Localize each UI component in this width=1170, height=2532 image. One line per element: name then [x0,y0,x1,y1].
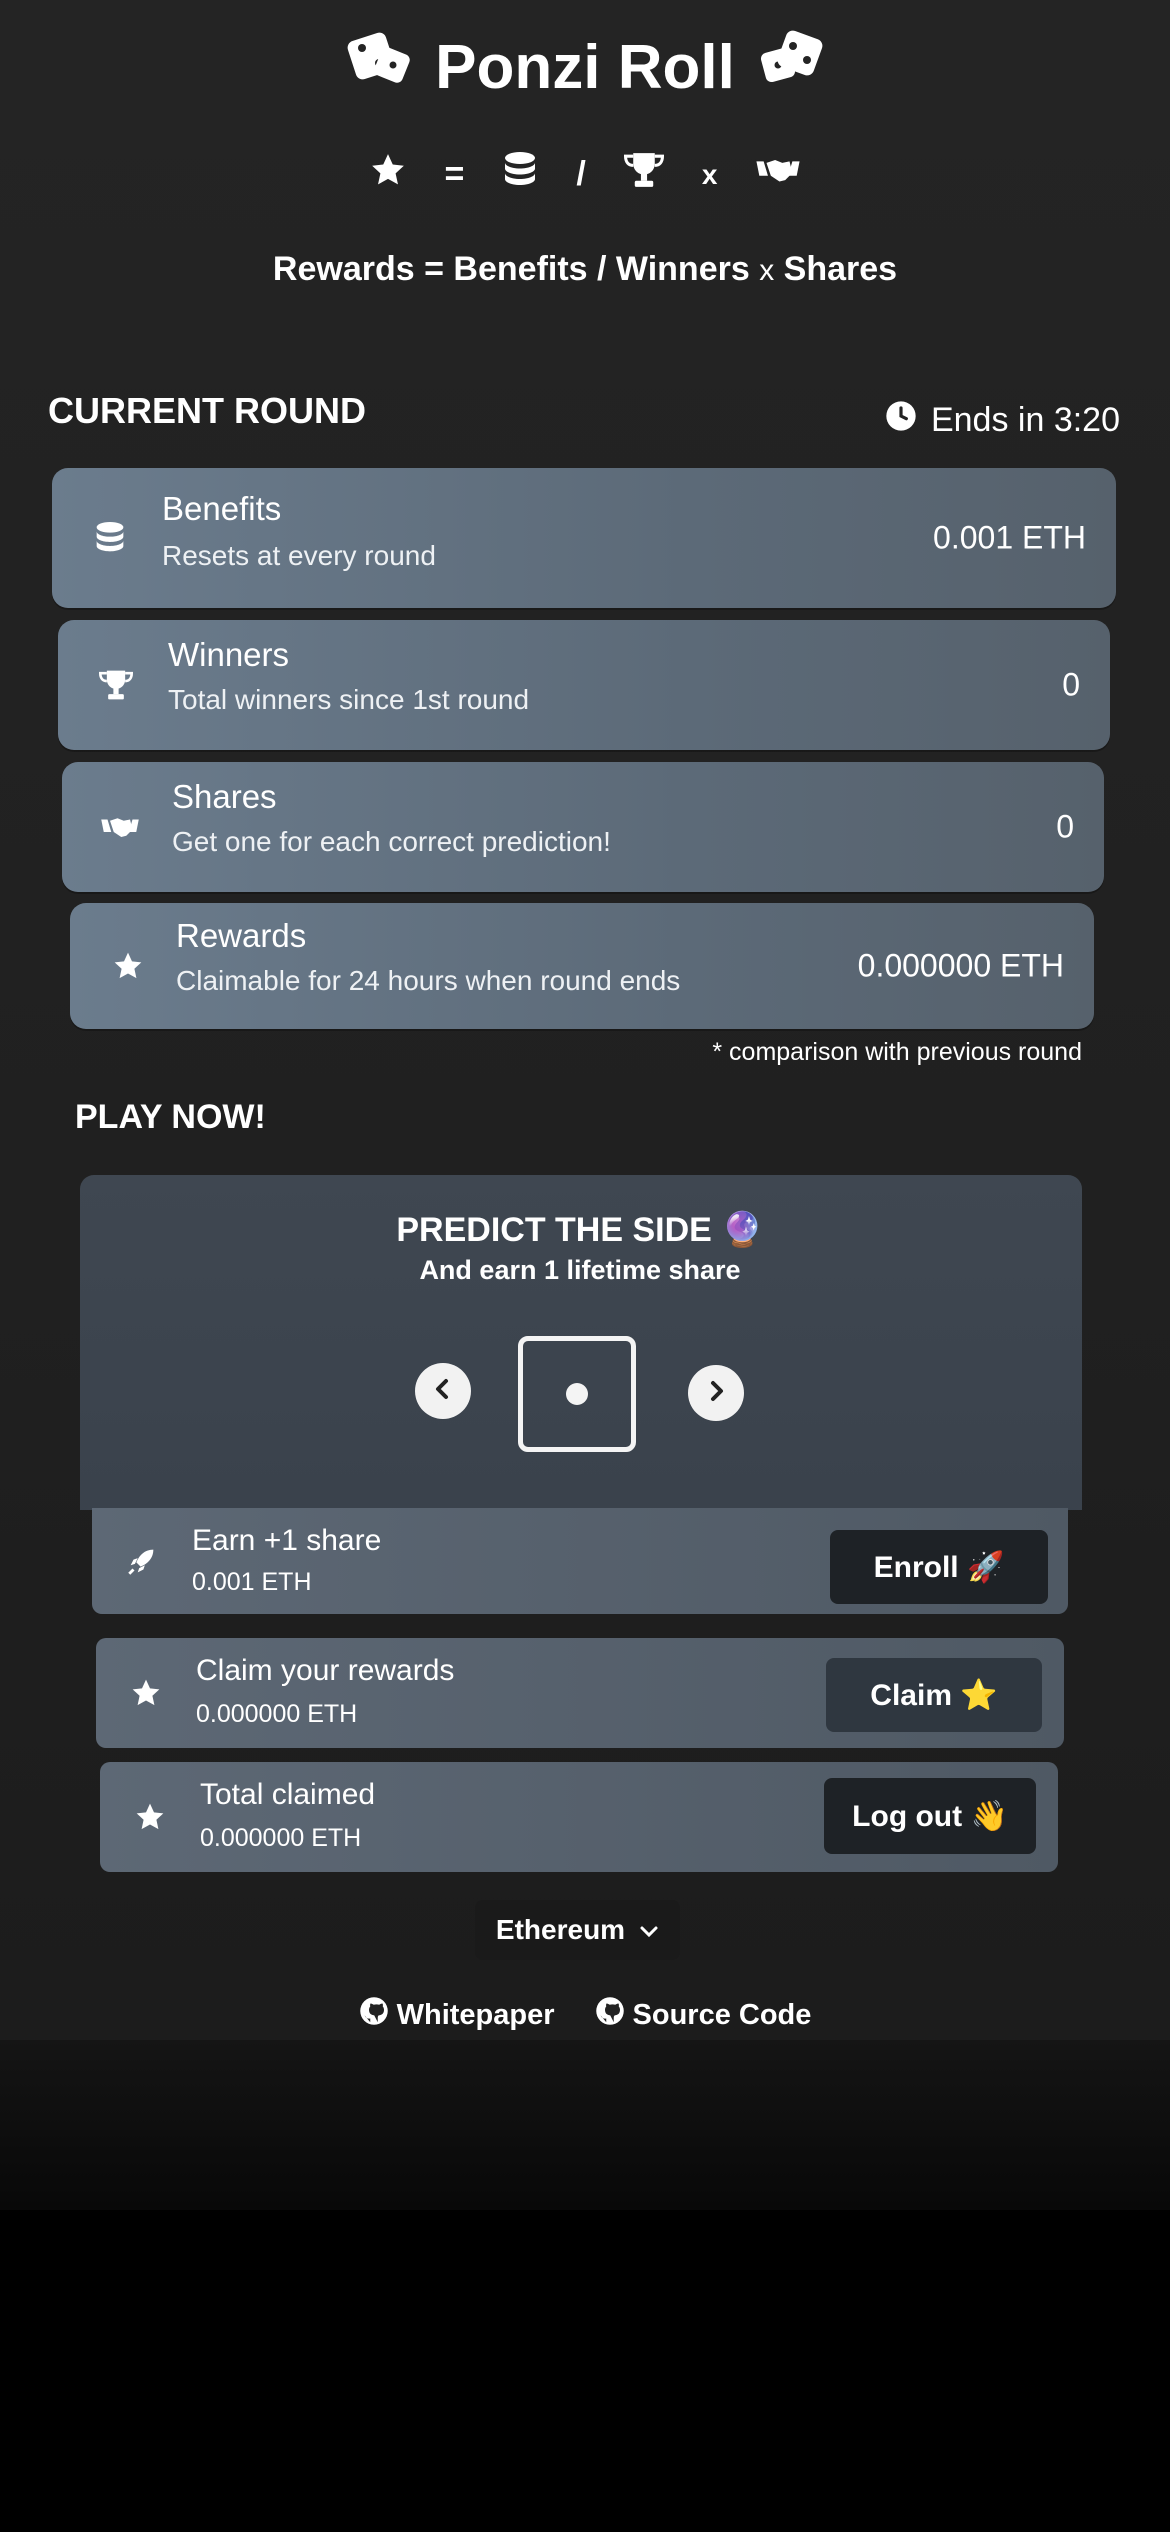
next-side-button[interactable] [688,1365,744,1421]
formula-winners: Winners [615,250,750,288]
stat-label: Winners [168,636,290,673]
action-label: Total claimed [200,1778,376,1811]
action-label: Earn +1 share [192,1524,382,1557]
chevron-down-icon [639,1914,659,1946]
github-icon [595,1996,625,2034]
formula-icons: = / x [0,150,1170,199]
times-symbol: x [701,158,718,190]
formula-div: / [597,250,607,288]
star-icon [130,1797,170,1837]
stat-value: 0.001 ETH [933,519,1086,556]
star-icon [126,1673,166,1713]
formula-times: x [759,254,775,287]
stat-label: Shares [172,778,277,815]
stat-sub: Resets at every round [162,540,436,571]
equals-symbol: = [444,155,465,193]
action-sub: 0.000000 ETH [200,1824,362,1852]
round-timer-text: Ends in 3:20 [930,401,1120,439]
trophy-icon [623,151,664,198]
action-sub: 0.000000 ETH [196,1700,358,1728]
predict-subtitle: And earn 1 lifetime share [419,1255,741,1285]
formula-shares: Shares [783,250,898,288]
trophy-icon [96,665,136,705]
network-label: Ethereum [495,1914,626,1945]
comparison-note: * comparison with previous round [712,1038,1082,1066]
stat-card-benefits: Benefits Resets at every round 0.001 ETH [52,468,1116,608]
stat-value: 0.000000 ETH [857,947,1064,984]
star-icon [108,946,148,986]
action-label: Claim your rewards [196,1654,455,1687]
prev-side-button[interactable] [415,1363,471,1419]
enroll-card: Earn +1 share 0.001 ETH Enroll 🚀 [92,1508,1068,1614]
coins-icon [502,150,538,199]
chevron-left-icon [431,1377,455,1406]
current-round-heading: CURRENT ROUND [48,390,366,431]
stat-card-winners: Winners Total winners since 1st round 0 [58,620,1110,750]
dice-icon [347,30,411,105]
star-icon [369,151,407,198]
play-now-heading: PLAY NOW! [75,1098,266,1136]
stat-card-rewards: Rewards Claimable for 24 hours when roun… [70,903,1094,1029]
footer-links: Whitepaper Source Code [0,1996,1170,2034]
claim-card: Claim your rewards 0.000000 ETH Claim ⭐ [96,1638,1064,1748]
formula-rewards: Rewards [272,250,415,288]
whitepaper-label: Whitepaper [396,1998,555,2031]
stat-card-shares: Shares Get one for each correct predicti… [62,762,1104,892]
github-icon [359,1996,389,2034]
stat-value: 0 [1062,666,1080,703]
logout-button[interactable]: Log out 👋 [824,1778,1036,1854]
predict-title: PREDICT THE SIDE 🔮 [396,1211,764,1249]
total-claimed-card: Total claimed 0.000000 ETH Log out 👋 [100,1762,1058,1872]
stat-sub: Claimable for 24 hours when round ends [176,965,681,996]
handshake-icon [755,155,801,194]
dice-icon [759,30,823,105]
die-pip [566,1383,588,1405]
die-face-selector[interactable] [518,1336,636,1452]
stat-value: 0 [1056,808,1074,845]
clock-icon [885,400,917,441]
enroll-button[interactable]: Enroll 🚀 [830,1530,1048,1604]
network-selector[interactable]: Ethereum [475,1900,680,1960]
handshake-icon [100,807,140,847]
claim-button[interactable]: Claim ⭐ [826,1658,1042,1732]
divide-symbol: / [576,155,586,193]
formula-text: Rewards = Benefits / Winners x Shares [0,250,1170,289]
stat-label: Rewards [176,917,307,954]
coins-icon [90,518,130,558]
chevron-right-icon [704,1379,728,1408]
app-title-text: Ponzi Roll [435,33,735,102]
source-code-label: Source Code [632,1998,812,2031]
stat-label: Benefits [162,490,282,527]
app-title: Ponzi Roll [0,30,1170,105]
formula-benefits: Benefits [453,250,588,288]
round-timer: Ends in 3:20 [885,400,1120,441]
stat-sub: Total winners since 1st round [168,684,530,715]
stat-sub: Get one for each correct prediction! [172,826,611,857]
source-code-link[interactable]: Source Code [595,1996,812,2034]
formula-eq: = [424,250,444,288]
rocket-icon [122,1541,162,1581]
action-sub: 0.001 ETH [192,1568,312,1596]
whitepaper-link[interactable]: Whitepaper [359,1996,555,2034]
monitor-bezel [0,2040,1170,2210]
